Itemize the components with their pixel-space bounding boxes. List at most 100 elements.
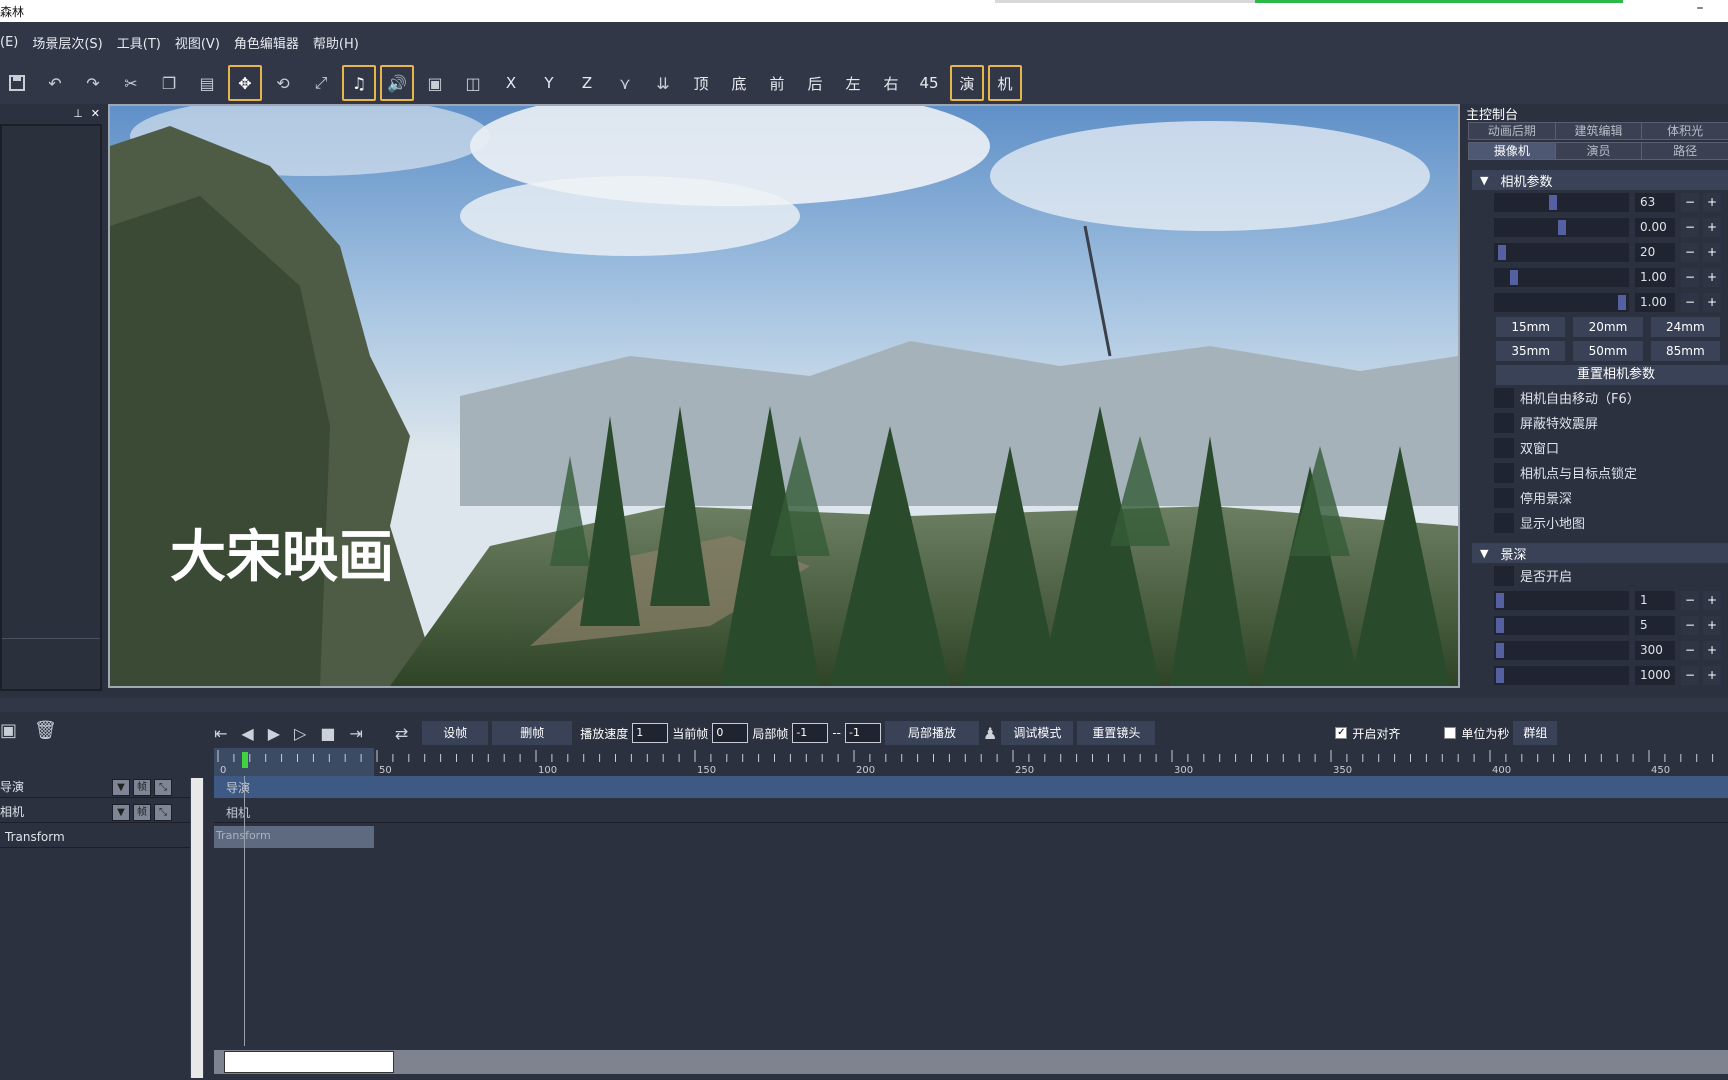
decrement-button[interactable]: − [1681,641,1699,660]
copy-icon[interactable]: ❐ [152,65,186,101]
increment-button[interactable]: + [1703,666,1721,685]
expand-icon[interactable]: ⤡ [154,779,172,796]
pin-icon[interactable]: ⊥ [73,107,83,120]
param-value[interactable]: 63 [1635,193,1675,212]
increment-button[interactable]: + [1703,616,1721,635]
track-header-transform[interactable]: Transform [0,826,190,848]
timeline-tracks[interactable]: 导演 相机 Transform [214,776,1728,1046]
view-45-button[interactable]: 45 [912,65,946,101]
sound-icon[interactable]: 🔊 [380,65,414,101]
param-slider[interactable] [1494,641,1629,660]
checkbox-free-move[interactable]: 相机自由移动（F6） [1494,385,1728,410]
camera-params-header[interactable]: ▼ 相机参数 [1472,170,1728,190]
param-slider[interactable] [1494,268,1629,287]
param-value[interactable]: 1000 [1635,666,1675,685]
debug-mode-button[interactable]: 调试模式 [1001,721,1074,745]
axis-z-button[interactable]: Z [570,65,604,101]
drop-icon[interactable]: ⇊ [646,65,680,101]
menu-character-editor[interactable]: 角色编辑器 [234,33,299,52]
menu-edit[interactable]: (E) [0,35,18,50]
param-value[interactable]: 5 [1635,616,1675,635]
next-frame-icon[interactable]: ▷ [294,724,306,743]
tab-building-edit[interactable]: 建筑编辑 [1554,122,1643,140]
playhead-marker[interactable] [242,752,248,768]
camera-icon[interactable]: ▣ [418,65,452,101]
decrement-button[interactable]: − [1681,666,1699,685]
current-frame-input[interactable]: 0 [712,723,749,743]
paste-icon[interactable]: ▤ [190,65,224,101]
play-icon[interactable]: ▶ [268,724,280,743]
param-value[interactable]: 0.00 [1635,218,1675,237]
param-slider[interactable] [1494,616,1629,635]
stop-icon[interactable]: ■ [320,724,335,743]
expand-icon[interactable]: ⤡ [154,804,172,821]
param-slider[interactable] [1494,666,1629,685]
decrement-button[interactable]: − [1681,268,1699,287]
param-slider[interactable] [1494,218,1629,237]
timeline-ruler[interactable]: 0501001502002503003504004505005506006507… [214,748,1728,776]
param-slider[interactable] [1494,243,1629,262]
view-left-button[interactable]: 左 [836,65,870,101]
tab-path[interactable]: 路径 [1641,142,1728,160]
lens-85mm-button[interactable]: 85mm [1650,341,1720,361]
scroll-thumb[interactable] [224,1051,394,1073]
local-start-input[interactable]: -1 [792,723,829,743]
increment-button[interactable]: + [1703,268,1721,287]
decrement-button[interactable]: − [1681,293,1699,312]
local-end-input[interactable]: -1 [845,723,881,743]
person-icon[interactable]: ♟ [983,724,997,743]
lens-20mm-button[interactable]: 20mm [1573,317,1643,337]
decrement-button[interactable]: − [1681,218,1699,237]
checkbox-minimap[interactable]: 显示小地图 [1494,510,1728,535]
close-icon[interactable]: ✕ [91,107,100,120]
param-slider[interactable] [1494,293,1629,312]
vertical-scrollbar[interactable] [190,778,204,1078]
minimize-icon[interactable]: – [1690,0,1710,18]
menu-view[interactable]: 视图(V) [175,33,220,52]
lens-15mm-button[interactable]: 15mm [1496,317,1566,337]
prev-frame-icon[interactable]: ◀ [241,724,253,743]
local-play-button[interactable]: 局部播放 [885,721,979,745]
axis-all-icon[interactable]: ⋎ [608,65,642,101]
save-icon[interactable]: ▣ [0,720,17,741]
set-frame-button[interactable]: 设帧 [422,721,489,745]
decrement-button[interactable]: − [1681,243,1699,262]
view-front-button[interactable]: 前 [760,65,794,101]
frame-button[interactable]: 帧 [133,804,151,821]
track-bar-transform[interactable]: Transform [214,826,374,848]
snapshot-icon[interactable]: ◫ [456,65,490,101]
speed-input[interactable]: 1 [632,723,669,743]
increment-button[interactable]: + [1703,591,1721,610]
param-slider[interactable] [1494,193,1629,212]
undo-icon[interactable]: ↶ [38,65,72,101]
group-button[interactable]: 群组 [1513,721,1558,745]
lens-50mm-button[interactable]: 50mm [1573,341,1643,361]
reset-shot-button[interactable]: 重置镜头 [1077,721,1156,745]
chevron-down-icon[interactable]: ▼ [112,804,130,821]
axis-x-button[interactable]: X [494,65,528,101]
increment-button[interactable]: + [1703,243,1721,262]
chevron-down-icon[interactable]: ▼ [112,779,130,796]
view-bottom-button[interactable]: 底 [722,65,756,101]
scene-tree[interactable] [0,124,102,691]
param-value[interactable]: 20 [1635,243,1675,262]
track-header-camera[interactable]: 相机 ▼ 帧 ⤡ [0,801,190,823]
save-icon[interactable] [0,65,34,101]
param-value[interactable]: 300 [1635,641,1675,660]
decrement-button[interactable]: − [1681,193,1699,212]
decrement-button[interactable]: − [1681,616,1699,635]
track-bar-director[interactable]: 导演 [214,776,1728,798]
checkbox-dof-enable[interactable]: 是否开启 [1494,563,1728,588]
go-start-icon[interactable]: ⇤ [214,724,227,743]
checkbox-lock-target[interactable]: 相机点与目标点锁定 [1494,460,1728,485]
param-value[interactable]: 1 [1635,591,1675,610]
tab-actor[interactable]: 演员 [1554,142,1643,160]
cut-icon[interactable]: ✂ [114,65,148,101]
track-header-director[interactable]: 导演 ▼ 帧 ⤡ [0,776,190,798]
checkbox-dual-window[interactable]: 双窗口 [1494,435,1728,460]
axis-y-button[interactable]: Y [532,65,566,101]
trash-icon[interactable]: 🗑 [34,720,57,741]
increment-button[interactable]: + [1703,641,1721,660]
increment-button[interactable]: + [1703,193,1721,212]
horizontal-scrollbar[interactable] [214,1050,1728,1074]
